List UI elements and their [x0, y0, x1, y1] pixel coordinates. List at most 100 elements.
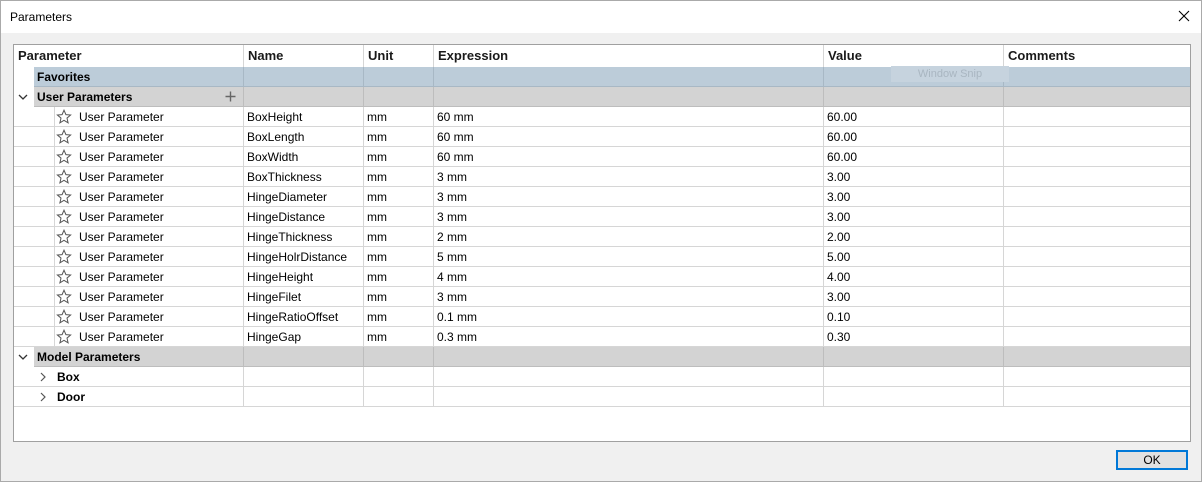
- star-favorite-icon[interactable]: [56, 269, 72, 285]
- column-header-unit[interactable]: Unit: [364, 45, 434, 67]
- star-favorite-icon[interactable]: [56, 149, 72, 165]
- name-cell[interactable]: BoxWidth: [244, 147, 364, 167]
- name-cell[interactable]: HingeHeight: [244, 267, 364, 287]
- name-cell[interactable]: HingeDiameter: [244, 187, 364, 207]
- unit-cell[interactable]: mm: [364, 327, 434, 347]
- unit-cell[interactable]: mm: [364, 187, 434, 207]
- parameter-cell: User Parameter: [14, 287, 244, 307]
- chevron-down-icon[interactable]: [18, 352, 28, 362]
- column-header-expression[interactable]: Expression: [434, 45, 824, 67]
- unit-cell[interactable]: mm: [364, 247, 434, 267]
- comments-cell[interactable]: [1004, 327, 1190, 347]
- row-gutter: [14, 87, 34, 107]
- unit-cell[interactable]: mm: [364, 267, 434, 287]
- unit-cell[interactable]: mm: [364, 107, 434, 127]
- user-parameter-row[interactable]: User Parameter BoxLength mm 60 mm 60.00: [14, 127, 1190, 147]
- user-parameter-row[interactable]: User Parameter BoxHeight mm 60 mm 60.00: [14, 107, 1190, 127]
- expression-cell[interactable]: 0.3 mm: [434, 327, 824, 347]
- expression-cell[interactable]: 60 mm: [434, 107, 824, 127]
- model-parameters-group-row[interactable]: Model Parameters: [14, 347, 1190, 367]
- star-favorite-icon[interactable]: [56, 169, 72, 185]
- unit-cell[interactable]: mm: [364, 207, 434, 227]
- unit-cell[interactable]: mm: [364, 227, 434, 247]
- expression-cell[interactable]: 2 mm: [434, 227, 824, 247]
- user-parameter-row[interactable]: User Parameter HingeRatioOffset mm 0.1 mm 0.…: [14, 307, 1190, 327]
- column-header-comments[interactable]: Comments: [1004, 45, 1190, 67]
- user-parameter-row[interactable]: User Parameter BoxWidth mm 60 mm 60.00: [14, 147, 1190, 167]
- name-cell[interactable]: BoxHeight: [244, 107, 364, 127]
- value-cell: 0.10: [824, 307, 1004, 327]
- comments-cell[interactable]: [1004, 147, 1190, 167]
- name-cell[interactable]: HingeRatioOffset: [244, 307, 364, 327]
- expression-cell[interactable]: 60 mm: [434, 127, 824, 147]
- chevron-down-icon[interactable]: [18, 92, 28, 102]
- parameter-cell: User Parameter: [14, 147, 244, 167]
- name-cell[interactable]: HingeHolrDistance: [244, 247, 364, 267]
- name-cell[interactable]: HingeDistance: [244, 207, 364, 227]
- close-button[interactable]: [1167, 1, 1201, 31]
- name-cell[interactable]: BoxThickness: [244, 167, 364, 187]
- expression-cell[interactable]: 5 mm: [434, 247, 824, 267]
- name-cell[interactable]: HingeThickness: [244, 227, 364, 247]
- expression-cell[interactable]: 3 mm: [434, 187, 824, 207]
- comments-cell[interactable]: [1004, 247, 1190, 267]
- plus-icon: [225, 91, 235, 102]
- add-user-parameter-button[interactable]: [223, 88, 237, 106]
- star-favorite-icon[interactable]: [56, 109, 72, 125]
- ok-button[interactable]: OK: [1116, 450, 1188, 470]
- star-favorite-icon[interactable]: [56, 289, 72, 305]
- star-favorite-icon[interactable]: [56, 329, 72, 345]
- unit-cell[interactable]: mm: [364, 127, 434, 147]
- chevron-right-icon[interactable]: [38, 392, 48, 402]
- expression-cell[interactable]: 3 mm: [434, 207, 824, 227]
- user-parameter-row[interactable]: User Parameter HingeGap mm 0.3 mm 0.30: [14, 327, 1190, 347]
- star-favorite-icon[interactable]: [56, 229, 72, 245]
- star-favorite-icon[interactable]: [56, 309, 72, 325]
- chevron-right-icon[interactable]: [38, 372, 48, 382]
- comments-cell[interactable]: [1004, 127, 1190, 147]
- user-parameters-group-row[interactable]: User Parameters: [14, 87, 1190, 107]
- value-cell: 4.00: [824, 267, 1004, 287]
- comments-cell[interactable]: [1004, 167, 1190, 187]
- user-parameter-row[interactable]: User Parameter HingeFilet mm 3 mm 3.00: [14, 287, 1190, 307]
- expression-cell[interactable]: 3 mm: [434, 167, 824, 187]
- name-cell[interactable]: HingeFilet: [244, 287, 364, 307]
- expression-cell[interactable]: 60 mm: [434, 147, 824, 167]
- comments-cell[interactable]: [1004, 207, 1190, 227]
- name-cell[interactable]: HingeGap: [244, 327, 364, 347]
- column-header-value[interactable]: Value: [824, 45, 1004, 67]
- model-child-row-door[interactable]: Door: [14, 387, 1190, 407]
- column-header-name[interactable]: Name: [244, 45, 364, 67]
- column-header-parameter[interactable]: Parameter: [14, 45, 244, 67]
- parameters-table[interactable]: Parameter Name Unit Expression Value Com…: [13, 44, 1191, 442]
- star-favorite-icon[interactable]: [56, 189, 72, 205]
- star-favorite-icon[interactable]: [56, 249, 72, 265]
- user-parameter-row[interactable]: User Parameter HingeDistance mm 3 mm 3.00: [14, 207, 1190, 227]
- unit-cell[interactable]: mm: [364, 307, 434, 327]
- user-parameter-row[interactable]: User Parameter HingeDiameter mm 3 mm 3.00: [14, 187, 1190, 207]
- unit-cell[interactable]: mm: [364, 287, 434, 307]
- model-child-row-box[interactable]: Box: [14, 367, 1190, 387]
- comments-cell[interactable]: [1004, 107, 1190, 127]
- comments-cell[interactable]: [1004, 287, 1190, 307]
- comments-cell[interactable]: [1004, 187, 1190, 207]
- star-favorite-icon[interactable]: [56, 129, 72, 145]
- comments-cell[interactable]: [1004, 227, 1190, 247]
- expression-cell[interactable]: 3 mm: [434, 287, 824, 307]
- user-parameter-row[interactable]: User Parameter HingeHolrDistance mm 5 mm 5.0…: [14, 247, 1190, 267]
- group-name-cell: [244, 87, 364, 107]
- star-favorite-icon[interactable]: [56, 209, 72, 225]
- comments-cell[interactable]: [1004, 307, 1190, 327]
- comments-cell[interactable]: [1004, 267, 1190, 287]
- name-cell[interactable]: BoxLength: [244, 127, 364, 147]
- user-parameter-row[interactable]: User Parameter HingeThickness mm 2 mm 2.00: [14, 227, 1190, 247]
- unit-cell[interactable]: mm: [364, 167, 434, 187]
- expression-cell[interactable]: 4 mm: [434, 267, 824, 287]
- unit-cell[interactable]: mm: [364, 147, 434, 167]
- user-parameter-row[interactable]: User Parameter HingeHeight mm 4 mm 4.00: [14, 267, 1190, 287]
- favorites-group-row[interactable]: Favorites: [14, 67, 1190, 87]
- expression-cell[interactable]: 0.1 mm: [434, 307, 824, 327]
- value-cell: 3.00: [824, 167, 1004, 187]
- group-expression-cell: [434, 347, 824, 367]
- user-parameter-row[interactable]: User Parameter BoxThickness mm 3 mm 3.00: [14, 167, 1190, 187]
